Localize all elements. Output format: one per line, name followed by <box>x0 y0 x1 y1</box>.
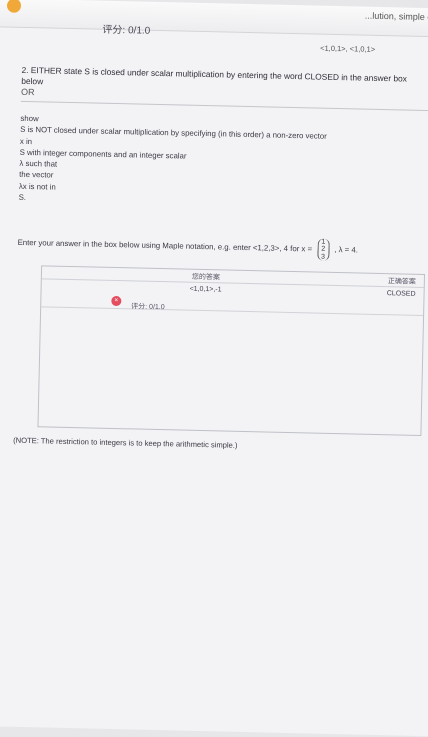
correct-answer-label: 正确答案 <box>387 278 416 286</box>
question-text: 2. EITHER state S is closed under scalar… <box>21 64 408 87</box>
instruction-text: Enter your answer in the box below using… <box>17 237 313 254</box>
vec-1: 1 <box>321 238 326 246</box>
instruction: Enter your answer in the box below using… <box>17 232 397 263</box>
answer-score: 评分: 0/1.0 <box>131 303 165 312</box>
top-right-text: ...lution, simple co <box>364 10 428 23</box>
condition-list: show S is NOT closed under scalar multip… <box>19 113 381 212</box>
example-lambda: , λ = 4. <box>334 245 359 255</box>
answer-table: 您的答案 正确答案 <1,0,1>,-1 CLOSED × 评分: 0/1.0 <box>37 265 426 436</box>
correct-answer-value: CLOSED <box>386 290 416 298</box>
answer-preview: <1,0,1>, <1,0,1> <box>320 43 376 54</box>
vec-2: 2 <box>321 246 326 254</box>
vec-3: 3 <box>321 253 326 261</box>
divider <box>20 100 428 112</box>
close-icon: × <box>111 295 122 307</box>
your-answer-label: 您的答案 <box>191 273 220 282</box>
your-answer-value: <1,0,1>,-1 <box>189 285 222 294</box>
question-page: ...lution, simple co 评分: 0/1.0 <1,0,1>, … <box>0 0 428 737</box>
note: (NOTE: The restriction to integers is to… <box>13 435 238 450</box>
score-label: 评分: 0/1.0 <box>102 24 151 37</box>
or-label: OR <box>20 86 35 98</box>
row-divider <box>41 306 424 316</box>
example-vector: 1 2 3 <box>316 238 330 261</box>
